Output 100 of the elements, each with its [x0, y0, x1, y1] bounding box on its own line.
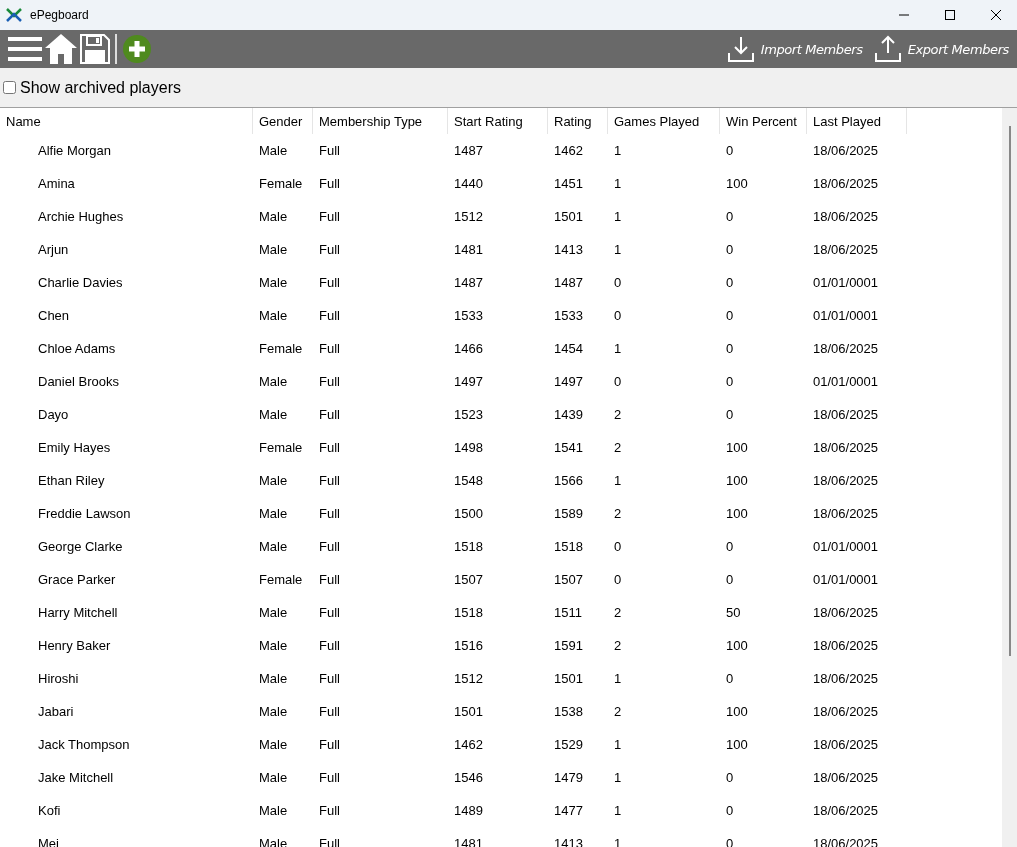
table-cell: 1439 — [554, 407, 583, 422]
table-cell: Jake Mitchell — [38, 770, 114, 785]
table-cell: Full — [319, 605, 340, 620]
table-cell: Jack Thompson — [38, 737, 130, 752]
maximize-icon[interactable] — [944, 9, 956, 21]
table-cell: Henry Baker — [38, 638, 111, 653]
table-cell: 100 — [726, 473, 748, 488]
table-cell: 1501 — [554, 671, 583, 686]
table-cell: 1 — [614, 473, 622, 488]
table-cell: 1487 — [454, 143, 483, 158]
table-cell: Harry Mitchell — [38, 605, 118, 620]
table-cell: 1546 — [454, 770, 483, 785]
table-cell: 1497 — [554, 374, 583, 389]
table-cell: Full — [319, 506, 340, 521]
table-cell: 1512 — [454, 209, 483, 224]
table-cell: 1541 — [554, 440, 583, 455]
table-cell: Full — [319, 638, 340, 653]
table-cell: Female — [259, 341, 303, 356]
close-icon[interactable] — [990, 9, 1002, 21]
table-cell: Chen — [38, 308, 70, 323]
table-cell: Archie Hughes — [38, 209, 124, 224]
table-cell: Full — [319, 341, 340, 356]
table-cell: 0 — [726, 572, 734, 587]
table-cell: 1 — [614, 176, 622, 191]
scrollbar[interactable] — [1002, 108, 1017, 847]
table-cell: 1512 — [454, 671, 483, 686]
table-cell: Male — [259, 209, 288, 224]
column-header[interactable]: Membership Type — [313, 108, 448, 134]
column-header[interactable]: Games Played — [608, 108, 720, 134]
table-cell: Arjun — [38, 242, 69, 257]
menu-icon[interactable] — [8, 36, 42, 62]
table-cell: 0 — [726, 143, 734, 158]
table-cell: 0 — [726, 407, 734, 422]
column-header[interactable]: Last Played — [807, 108, 907, 134]
table-cell: 1498 — [454, 440, 483, 455]
table-cell: Male — [259, 407, 288, 422]
table-cell: Full — [319, 473, 340, 488]
table-cell: Grace Parker — [38, 572, 116, 587]
column-header[interactable]: Start Rating — [448, 108, 548, 134]
table-cell: Hiroshi — [38, 671, 79, 686]
table-cell: Male — [259, 539, 288, 554]
table-cell: 18/06/2025 — [813, 770, 879, 785]
table-cell: Female — [259, 176, 303, 191]
table-cell: 18/06/2025 — [813, 638, 879, 653]
table-cell: 1589 — [554, 506, 583, 521]
table-cell: Full — [319, 440, 340, 455]
table-cell: Male — [259, 803, 288, 818]
table-cell: 0 — [726, 539, 734, 554]
table-cell: 1507 — [454, 572, 483, 587]
table-cell: Full — [319, 704, 340, 719]
column-header[interactable]: Name — [0, 108, 253, 134]
column-header[interactable]: Rating — [548, 108, 608, 134]
table-cell: 0 — [614, 539, 622, 554]
table-cell: Chloe Adams — [38, 341, 116, 356]
table-cell: 1518 — [454, 605, 483, 620]
table-cell: 1 — [614, 242, 622, 257]
table-cell: 01/01/0001 — [813, 572, 879, 587]
table-cell: Full — [319, 275, 340, 290]
table-cell: 1501 — [554, 209, 583, 224]
table-cell: 18/06/2025 — [813, 341, 879, 356]
table-cell: 0 — [614, 275, 622, 290]
table-cell: 1413 — [554, 242, 583, 257]
table-cell: 1 — [614, 209, 622, 224]
save-icon[interactable] — [80, 34, 110, 64]
table-cell: Full — [319, 671, 340, 686]
import-members-button[interactable]: Import Members — [722, 35, 867, 63]
table-cell: 1511 — [554, 605, 582, 620]
scrollbar-thumb[interactable] — [1009, 126, 1011, 656]
table-cell: Kofi — [38, 803, 61, 818]
export-members-button[interactable]: Export Members — [869, 35, 1013, 63]
column-header[interactable]: Win Percent — [720, 108, 807, 134]
table-cell: Full — [319, 143, 340, 158]
table-cell: 2 — [614, 407, 622, 422]
table-cell: 1518 — [554, 539, 583, 554]
table-cell: 18/06/2025 — [813, 803, 879, 818]
table-cell: 1451 — [554, 176, 583, 191]
table-cell: 1566 — [554, 473, 583, 488]
table-cell: 1440 — [454, 176, 483, 191]
add-icon[interactable] — [122, 34, 152, 64]
table-cell: Daniel Brooks — [38, 374, 119, 389]
home-icon[interactable] — [45, 34, 77, 64]
column-header[interactable]: Gender — [253, 108, 313, 134]
table-cell: 1487 — [454, 275, 483, 290]
table-cell: 100 — [726, 737, 748, 752]
table-cell: 01/01/0001 — [813, 308, 879, 323]
table-cell: 1507 — [554, 572, 583, 587]
table-cell: Male — [259, 638, 288, 653]
table-cell: Ethan Riley — [38, 473, 105, 488]
table-cell: Male — [259, 671, 288, 686]
table-cell: 18/06/2025 — [813, 440, 879, 455]
table-cell: 0 — [614, 308, 622, 323]
checkbox[interactable] — [3, 81, 16, 94]
table-cell: Full — [319, 374, 340, 389]
table-cell: 18/06/2025 — [813, 704, 879, 719]
table-cell: Full — [319, 176, 340, 191]
table-cell: 0 — [614, 374, 622, 389]
table-cell: 1 — [614, 671, 622, 686]
table-cell: 2 — [614, 638, 622, 653]
table-cell: 1462 — [554, 143, 583, 158]
table-cell: 18/06/2025 — [813, 473, 879, 488]
